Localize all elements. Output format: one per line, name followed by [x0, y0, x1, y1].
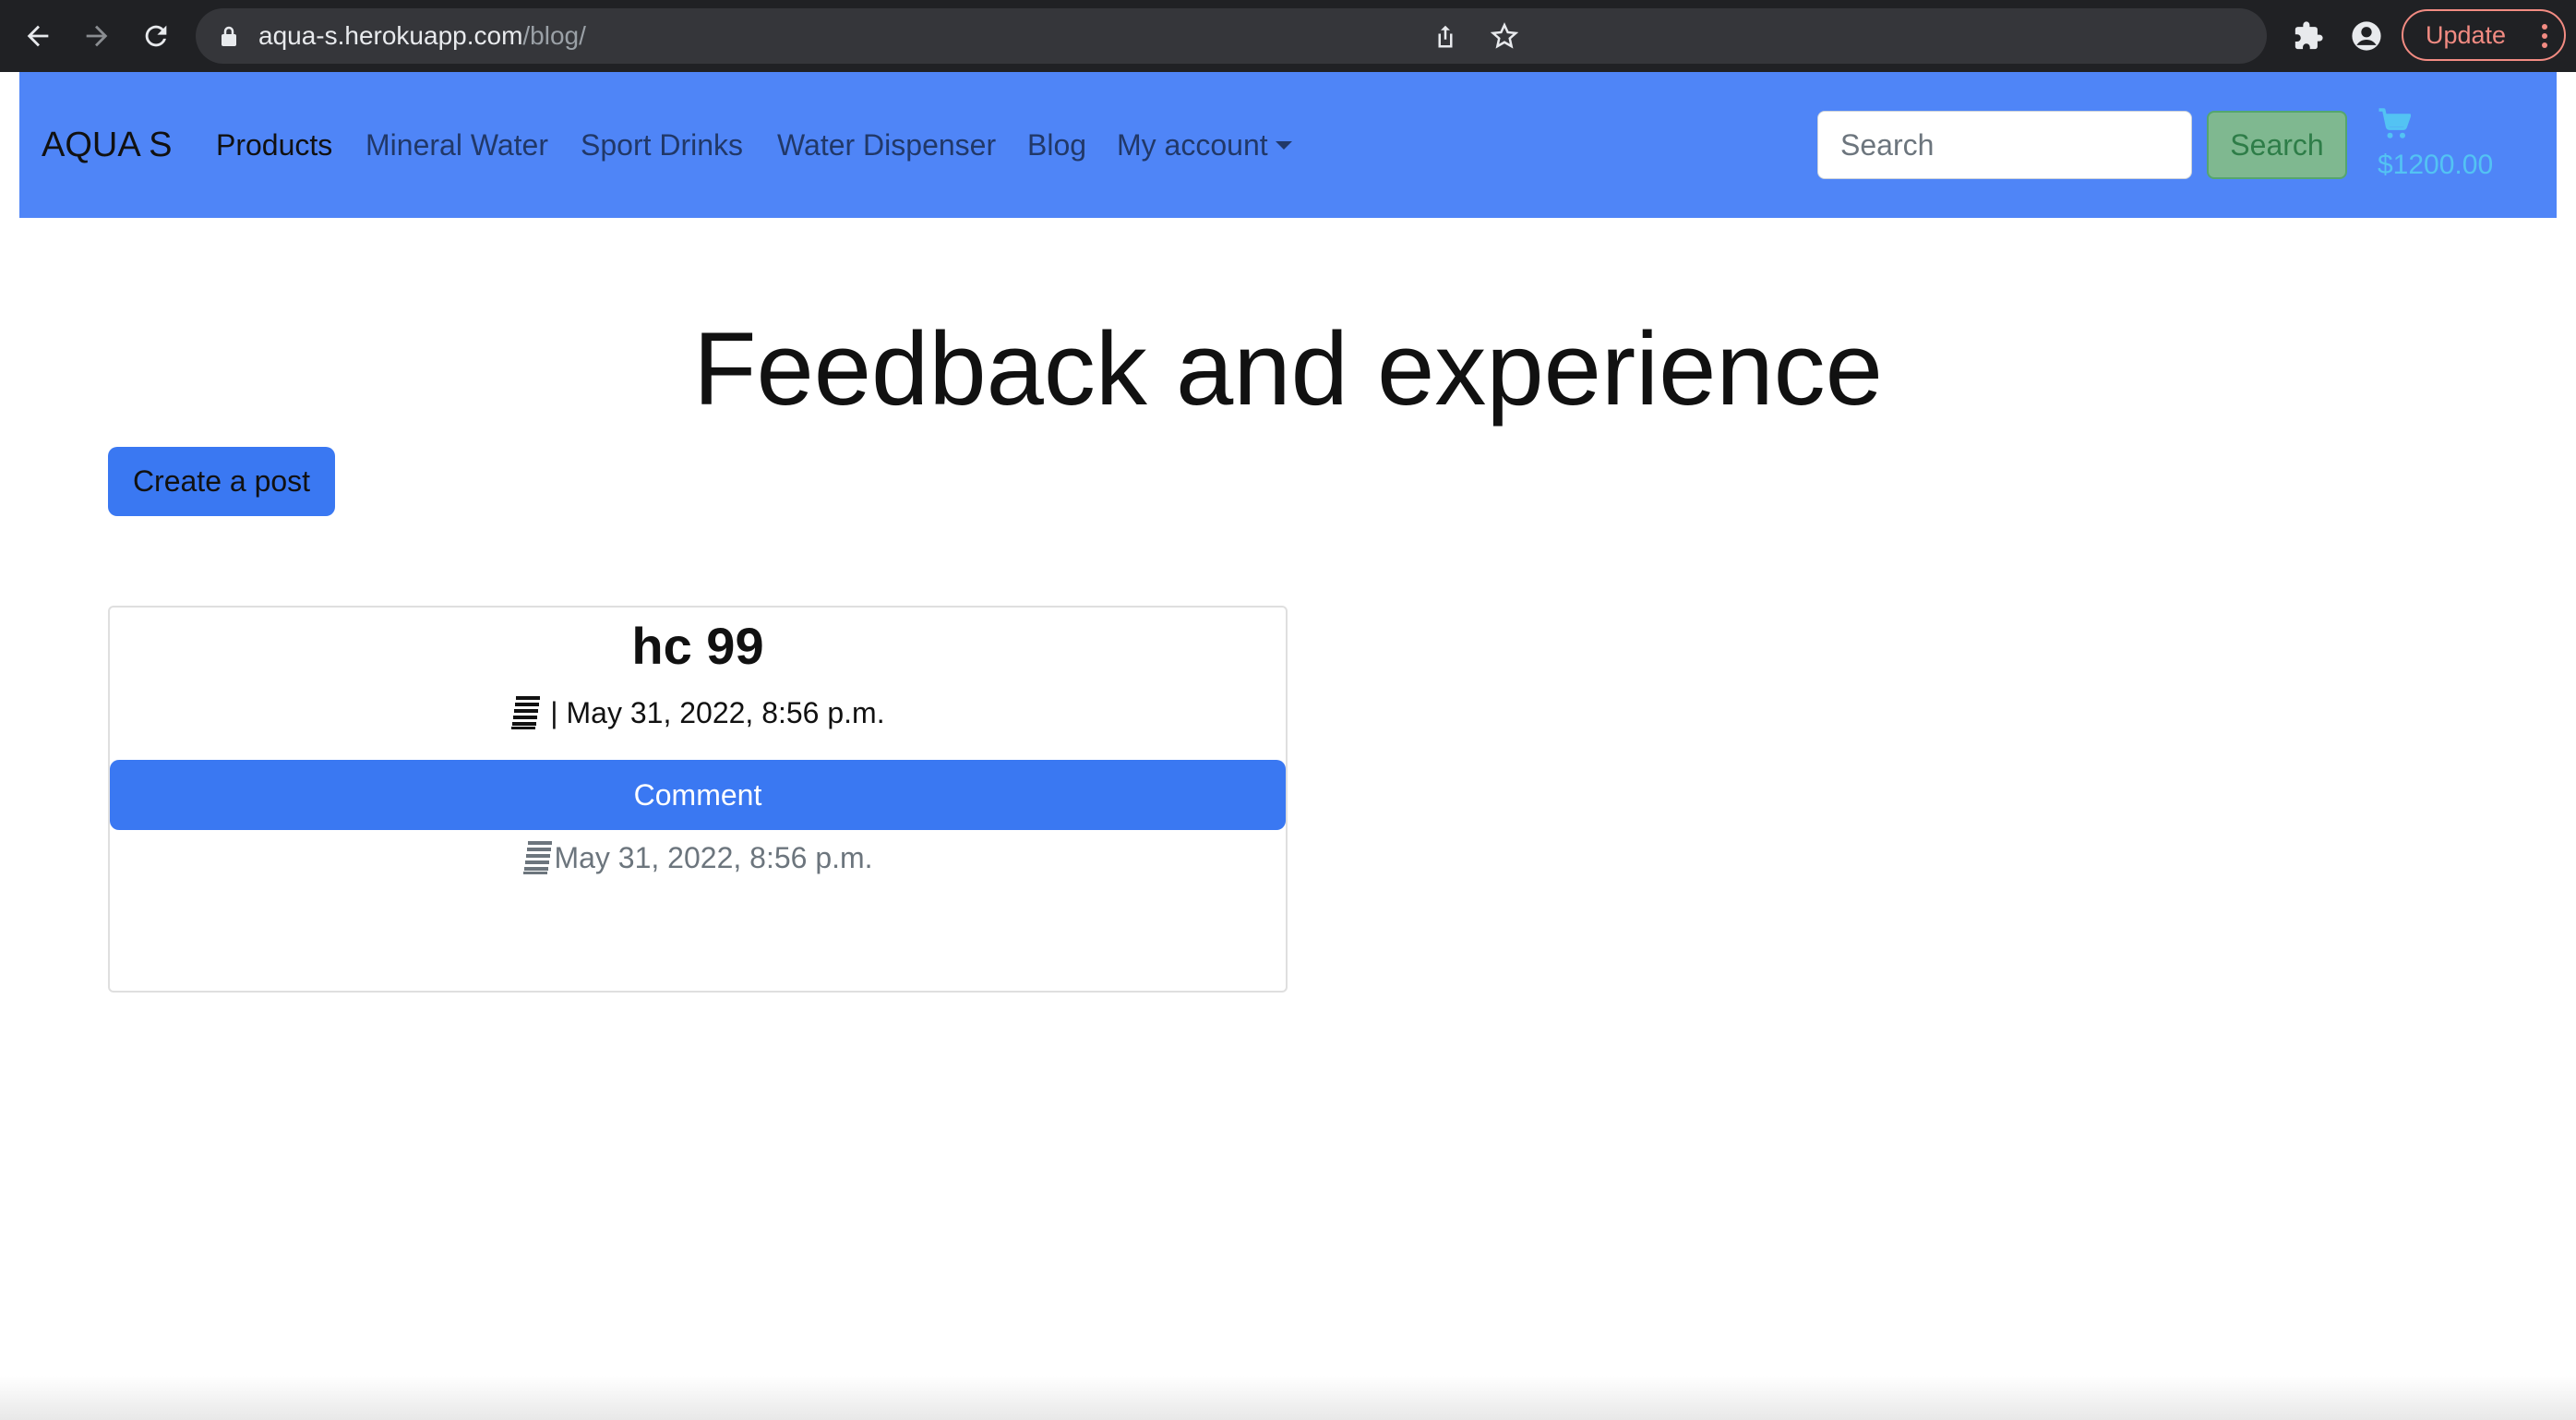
- post-meta: | May 31, 2022, 8:56 p.m.: [110, 687, 1286, 739]
- share-icon[interactable]: [1429, 19, 1462, 53]
- extensions-icon[interactable]: [2289, 17, 2328, 55]
- comment-meta: May 31, 2022, 8:56 p.m.: [110, 832, 1286, 884]
- comment-button[interactable]: Comment: [110, 760, 1286, 830]
- browser-toolbar: aqua-s.herokuapp.com/blog/ Update: [0, 0, 2576, 72]
- site-navbar: AQUA S Products Mineral Water Sport Drin…: [19, 72, 2557, 218]
- nav-water-dispenser[interactable]: Water Dispenser: [777, 72, 996, 218]
- document-icon: [511, 696, 541, 729]
- url-path: /blog/: [522, 21, 586, 50]
- address-bar[interactable]: aqua-s.herokuapp.com/blog/: [196, 8, 2267, 64]
- url-text: aqua-s.herokuapp.com/blog/: [258, 8, 586, 64]
- comment-date: May 31, 2022, 8:56 p.m.: [554, 841, 873, 874]
- cart-total: $1200.00: [2378, 150, 2494, 180]
- post-card: hc 99 | May 31, 2022, 8:56 p.m. Comment …: [108, 606, 1288, 993]
- brand-logo[interactable]: AQUA S: [42, 72, 173, 218]
- more-menu-icon: [2542, 24, 2547, 48]
- post-title[interactable]: hc 99: [110, 610, 1286, 682]
- back-icon[interactable]: [17, 15, 59, 57]
- chevron-down-icon: [1275, 141, 1292, 150]
- document-icon: [523, 841, 553, 874]
- my-account-label: My account: [1117, 128, 1268, 162]
- reload-icon[interactable]: [135, 15, 177, 57]
- url-host: aqua-s.herokuapp.com: [258, 21, 523, 50]
- nav-sport-drinks[interactable]: Sport Drinks: [581, 72, 743, 218]
- shopping-cart-icon: [2378, 108, 2411, 138]
- nav-my-account-dropdown[interactable]: My account: [1117, 72, 1292, 218]
- profile-icon[interactable]: [2347, 17, 2386, 55]
- update-button[interactable]: Update: [2402, 9, 2566, 61]
- page-title: Feedback and experience: [693, 311, 1883, 427]
- lock-icon: [222, 26, 236, 46]
- nav-mineral-water[interactable]: Mineral Water: [365, 72, 548, 218]
- bookmark-star-icon[interactable]: [1488, 19, 1521, 53]
- forward-icon[interactable]: [76, 15, 118, 57]
- search-button[interactable]: Search: [2207, 111, 2347, 179]
- update-label: Update: [2426, 21, 2507, 49]
- nav-products[interactable]: Products: [216, 72, 332, 218]
- bottom-shadow: [0, 1376, 2576, 1420]
- cart-link[interactable]: $1200.00: [2378, 107, 2534, 190]
- post-date: | May 31, 2022, 8:56 p.m.: [550, 696, 885, 729]
- search-input[interactable]: [1817, 111, 2192, 179]
- nav-blog[interactable]: Blog: [1027, 72, 1086, 218]
- create-post-button[interactable]: Create a post: [108, 447, 335, 516]
